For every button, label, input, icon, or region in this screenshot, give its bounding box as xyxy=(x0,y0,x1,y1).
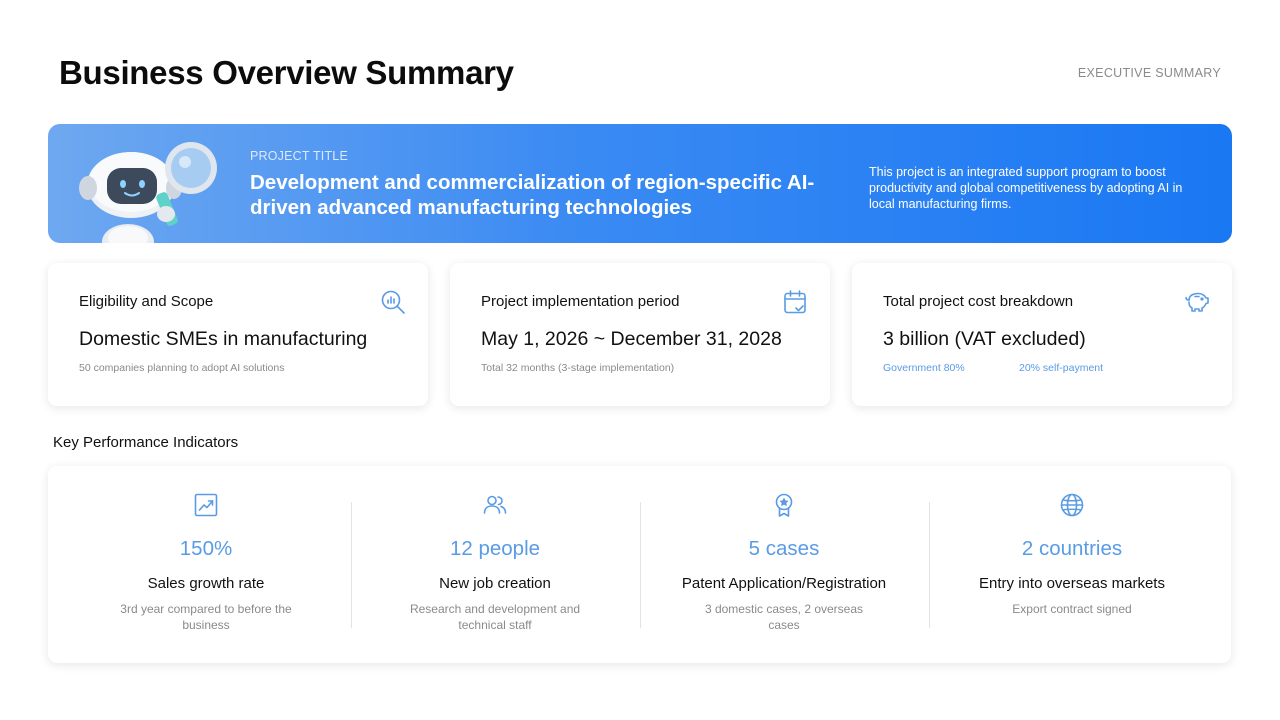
kpi-divider xyxy=(929,502,930,628)
kpi-label: Entry into overseas markets xyxy=(979,575,1165,592)
card-period: Project implementation period May 1, 202… xyxy=(450,263,830,406)
kpi-description: Export contract signed xyxy=(1012,602,1132,616)
card-title: Total project cost breakdown xyxy=(883,293,1074,310)
kpi-description: 3 domestic cases, 2 overseas cases xyxy=(704,602,864,632)
page-title: Business Overview Summary xyxy=(59,54,514,91)
card-subtext: Total 32 months (3-stage implementation) xyxy=(481,362,675,374)
trend-chart-icon xyxy=(194,493,218,517)
kpi-divider xyxy=(351,502,352,628)
card-subtext-government: Government 80% xyxy=(883,362,965,374)
card-subtext: 50 companies planning to adopt AI soluti… xyxy=(79,362,285,374)
kpi-label: Sales growth rate xyxy=(147,575,265,592)
kpi-sales-growth: 150% Sales growth rate 3rd year compared… xyxy=(111,466,301,663)
kpi-value: 150% xyxy=(179,537,233,560)
kpi-job-creation: 12 people New job creation Research and … xyxy=(400,466,590,663)
kpi-panel: 150% Sales growth rate 3rd year compared… xyxy=(48,466,1231,663)
card-cost: Total project cost breakdown 3 billion (… xyxy=(852,263,1232,406)
kpi-label: New job creation xyxy=(439,575,551,592)
award-badge-icon xyxy=(775,493,793,517)
robot-mascot-icon xyxy=(79,142,217,243)
kpi-patents: 5 cases Patent Application/Registration … xyxy=(659,466,909,663)
kpi-value: 5 cases xyxy=(748,537,820,560)
kpi-divider xyxy=(640,502,641,628)
kpi-description: Research and development and technical s… xyxy=(409,602,581,632)
card-value: May 1, 2026 ~ December 31, 2028 xyxy=(481,328,782,350)
magnifier-chart-icon xyxy=(381,290,405,314)
project-name: Development and commercialization of reg… xyxy=(250,171,815,219)
kpi-section-title: Key Performance Indicators xyxy=(53,434,239,451)
card-value: 3 billion (VAT excluded) xyxy=(883,328,1086,350)
card-title: Project implementation period xyxy=(481,293,680,310)
piggy-bank-icon xyxy=(1185,292,1209,312)
globe-icon xyxy=(1060,493,1084,517)
kpi-description: 3rd year compared to before the business xyxy=(120,602,292,632)
card-eligibility: Eligibility and Scope Domestic SMEs in m… xyxy=(48,263,428,406)
calendar-check-icon xyxy=(784,290,806,314)
section-tag: EXECUTIVE SUMMARY xyxy=(1077,66,1221,80)
project-banner: PROJECT TITLE Development and commercial… xyxy=(48,124,1232,243)
kpi-value: 2 countries xyxy=(1021,537,1123,560)
card-subtext-self-payment: 20% self-payment xyxy=(1019,362,1104,374)
project-title-label: PROJECT TITLE xyxy=(250,149,348,163)
kpi-overseas-markets: 2 countries Entry into overseas markets … xyxy=(957,466,1187,663)
card-title: Eligibility and Scope xyxy=(79,293,214,310)
project-description: This project is an integrated support pr… xyxy=(869,165,1183,211)
users-icon xyxy=(483,495,507,514)
card-value: Domestic SMEs in manufacturing xyxy=(79,328,368,350)
kpi-label: Patent Application/Registration xyxy=(681,575,887,592)
kpi-value: 12 people xyxy=(449,537,541,560)
